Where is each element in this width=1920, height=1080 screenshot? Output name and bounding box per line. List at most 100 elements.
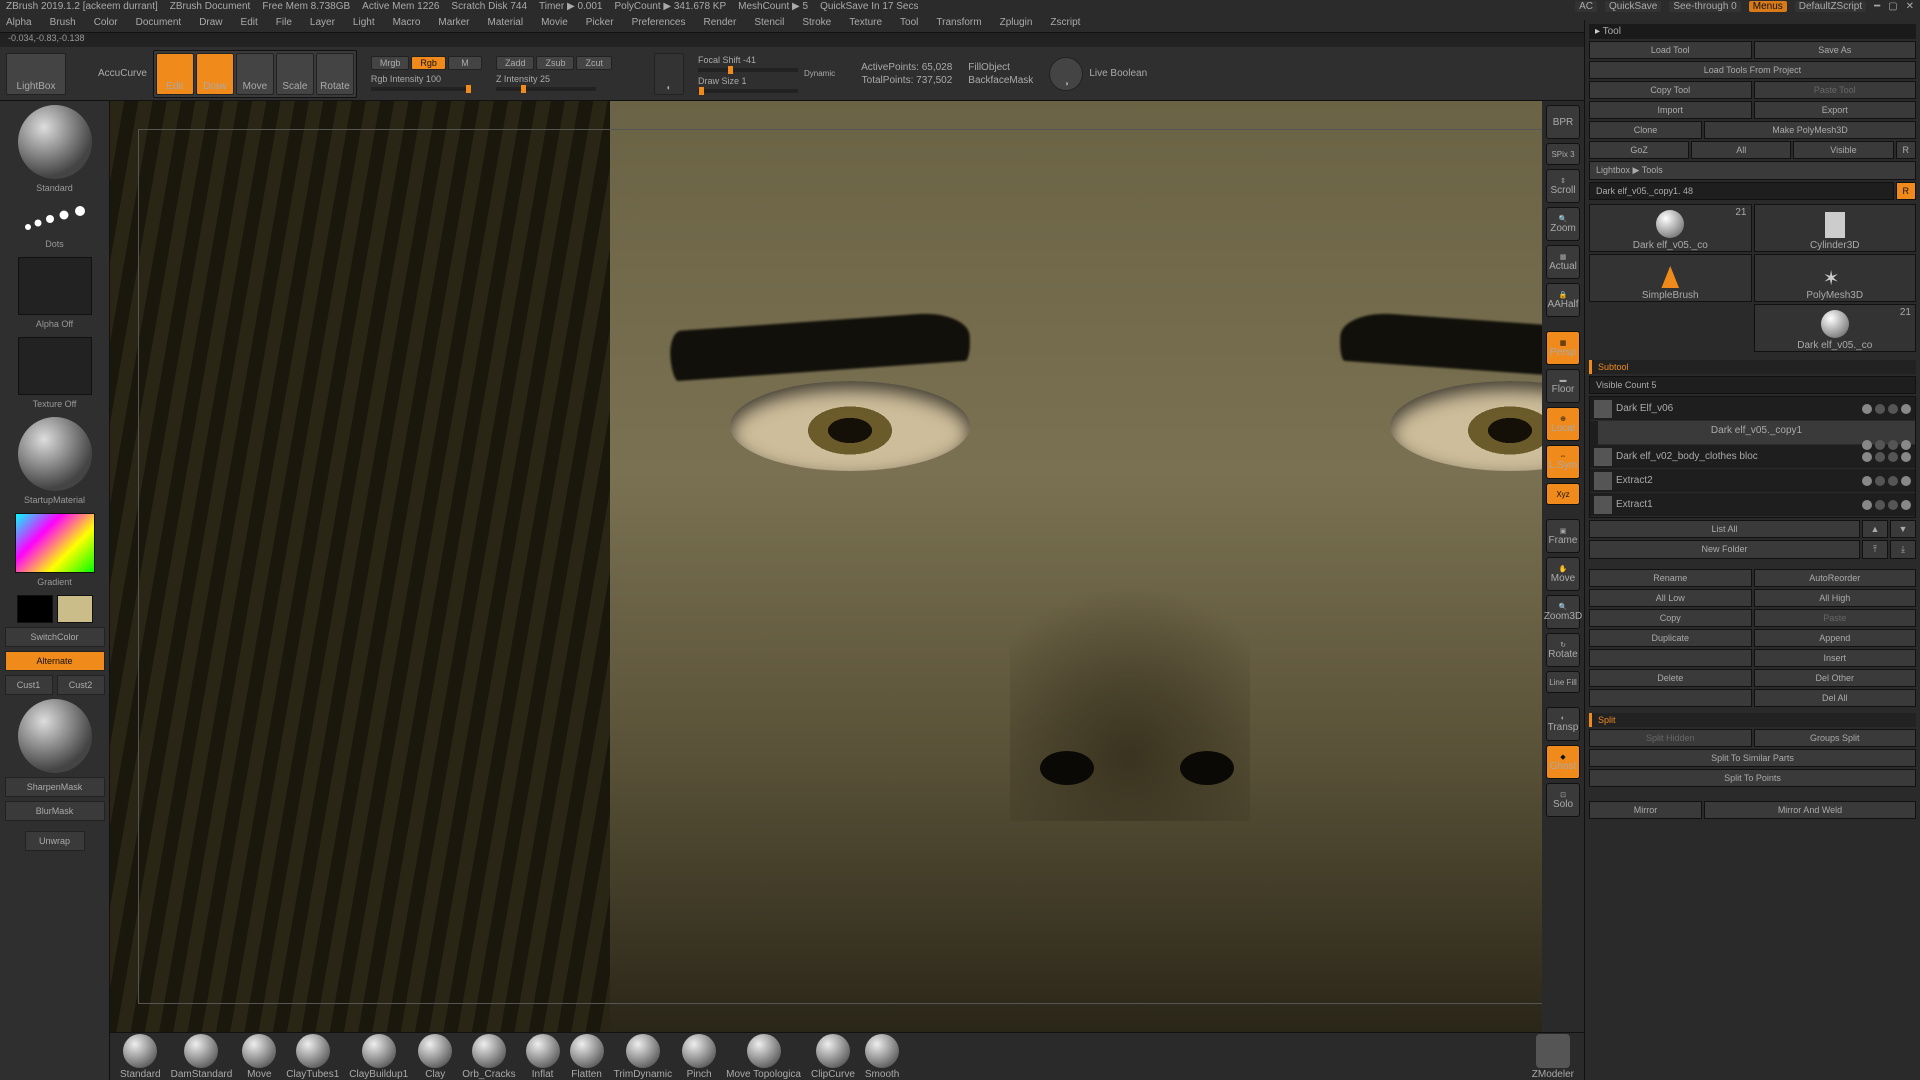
subtool-item[interactable]: Dark elf_v05._copy1 [1598,421,1915,445]
persp-button[interactable]: ▦Persp [1546,331,1580,365]
m-button[interactable]: M [448,56,482,70]
menu-item[interactable]: Light [353,17,375,28]
menu-item[interactable]: Movie [541,17,568,28]
mrgb-button[interactable]: Mrgb [371,56,410,70]
goz-all-button[interactable]: All [1691,141,1791,159]
curve-label[interactable]: AccuCurve [98,68,147,79]
paste-button[interactable]: Paste [1754,609,1917,627]
arrow-up-icon[interactable]: ▲ [1862,520,1888,538]
lsym-button[interactable]: ⇔L.Sym [1546,445,1580,479]
aahalf-button[interactable]: 🔒AAHalf [1546,283,1580,317]
cust1-button[interactable]: Cust1 [5,675,53,695]
brush-preset[interactable]: Flatten [570,1034,604,1080]
menu-item[interactable]: Stroke [802,17,831,28]
ghost-button[interactable]: ◆Ghost [1546,745,1580,779]
tool-thumb[interactable]: 21Dark elf_v05._co [1754,304,1917,352]
color-picker[interactable] [15,513,95,573]
brush-thumbnail[interactable] [18,105,92,179]
split-similar-button[interactable]: Split To Similar Parts [1589,749,1916,767]
paste-tool-button[interactable]: Paste Tool [1754,81,1917,99]
goz-visible-button[interactable]: Visible [1793,141,1893,159]
menus-button[interactable]: Menus [1749,1,1787,12]
menu-item[interactable]: Render [704,17,737,28]
brush-preset[interactable]: Clay [418,1034,452,1080]
menu-item[interactable]: Marker [438,17,469,28]
frame-button[interactable]: ▣Frame [1546,519,1580,553]
zoom-button[interactable]: 🔍Zoom [1546,207,1580,241]
canvas-viewport[interactable] [110,101,1584,1032]
menu-item[interactable]: Document [136,17,182,28]
subtool-item[interactable]: Extract2 [1590,469,1915,493]
arrow-down-icon[interactable]: ▼ [1890,520,1916,538]
clone-button[interactable]: Clone [1589,121,1702,139]
live-boolean-icon[interactable]: ◑ [1049,57,1083,91]
split-points-button[interactable]: Split To Points [1589,769,1916,787]
move-down-all-icon[interactable]: ⤓ [1890,540,1916,559]
rotate-mode-button[interactable]: Rotate [316,53,354,95]
move-view-button[interactable]: ✋Move [1546,557,1580,591]
menu-item[interactable]: Macro [393,17,421,28]
duplicate-button[interactable]: Duplicate [1589,629,1752,647]
menu-item[interactable]: File [276,17,292,28]
save-as-button[interactable]: Save As [1754,41,1917,59]
cust2-button[interactable]: Cust2 [57,675,105,695]
transp-button[interactable]: ◐Transp [1546,707,1580,741]
rgb-intensity-slider[interactable]: Rgb Intensity 100 [371,74,482,91]
seethrough-slider[interactable]: See-through 0 [1669,1,1740,12]
rename-button[interactable]: Rename [1589,569,1752,587]
move-mode-button[interactable]: Move [236,53,274,95]
list-all-button[interactable]: List All [1589,520,1860,538]
alternate-button[interactable]: Alternate [5,651,105,671]
brush-preset[interactable]: Smooth [865,1034,899,1080]
blur-mask-button[interactable]: BlurMask [5,801,105,821]
tool-thumb[interactable]: SimpleBrush [1589,254,1752,302]
scale-mode-button[interactable]: Scale [276,53,314,95]
menu-item[interactable]: Alpha [6,17,32,28]
spix-slider[interactable]: SPix 3 [1546,143,1580,165]
window-max-icon[interactable]: ▢ [1888,1,1897,12]
alpha-thumbnail[interactable] [18,257,92,315]
load-tool-button[interactable]: Load Tool [1589,41,1752,59]
focal-shift-slider[interactable]: Focal Shift -41 [698,55,798,72]
mirror-button[interactable]: Mirror [1589,801,1702,819]
tool-thumb[interactable]: 21Dark elf_v05._co [1589,204,1752,252]
menu-item[interactable]: Layer [310,17,335,28]
menu-item[interactable]: Material [488,17,524,28]
menu-item[interactable]: Edit [241,17,258,28]
split-hidden-button[interactable]: Split Hidden [1589,729,1752,747]
menu-item[interactable]: Zplugin [1000,17,1033,28]
load-project-button[interactable]: Load Tools From Project [1589,61,1916,79]
split-header[interactable]: Split [1589,713,1916,727]
solo-button[interactable]: ⊡Solo [1546,783,1580,817]
subtool-item[interactable]: Extract1 [1590,493,1915,517]
goz-r-button[interactable]: R [1896,141,1917,159]
menu-item[interactable]: Preferences [632,17,686,28]
quicksave-button[interactable]: QuickSave [1605,1,1661,12]
brush-preset[interactable]: DamStandard [171,1034,233,1080]
make-polymesh-button[interactable]: Make PolyMesh3D [1704,121,1916,139]
brush-preset[interactable]: ZModeler [1532,1034,1574,1080]
menu-item[interactable]: Draw [199,17,222,28]
append-button[interactable]: Append [1754,629,1917,647]
bpr-button[interactable]: BPR [1546,105,1580,139]
brush-preset[interactable]: Move Topologica [726,1034,801,1080]
curve-thumbnail[interactable] [18,699,92,773]
line-fill-button[interactable]: Line Fill [1546,671,1580,693]
live-boolean-label[interactable]: Live Boolean [1089,68,1147,79]
auto-reorder-button[interactable]: AutoReorder [1754,569,1917,587]
edit-mode-button[interactable]: Edit [156,53,194,95]
main-color[interactable] [17,595,53,623]
rotate-view-button[interactable]: ↻Rotate [1546,633,1580,667]
goz-button[interactable]: GoZ [1589,141,1689,159]
menu-item[interactable]: Picker [586,17,614,28]
menu-item[interactable]: Tool [900,17,918,28]
lightbox-button[interactable]: LightBox [6,53,66,95]
brush-preset[interactable]: Inflat [526,1034,560,1080]
del-other-button[interactable]: Del Other [1754,669,1917,687]
menu-item[interactable]: Stencil [754,17,784,28]
all-low-button[interactable]: All Low [1589,589,1752,607]
tool-thumb[interactable]: Cylinder3D [1754,204,1917,252]
delete-button[interactable]: Delete [1589,669,1752,687]
tool-header[interactable]: ▸ Tool [1589,24,1916,39]
subtool-header[interactable]: Subtool [1589,360,1916,374]
